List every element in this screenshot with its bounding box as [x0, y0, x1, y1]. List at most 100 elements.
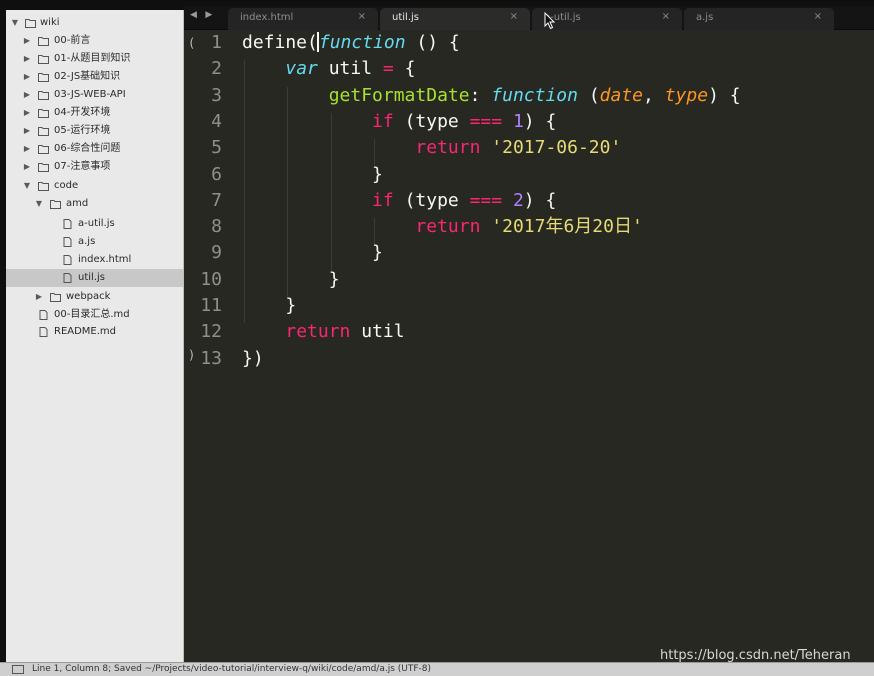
disclosure-open-icon[interactable]: ▼ — [34, 195, 44, 213]
code-token: } — [242, 242, 383, 264]
code-line: var util = { — [242, 56, 415, 82]
code-token: } — [242, 268, 340, 290]
code-token: === — [469, 110, 503, 132]
disclosure-closed-icon[interactable]: ▶ — [22, 86, 32, 104]
tree-folder-wiki[interactable]: ▼ wiki — [6, 14, 183, 32]
tree-folder-label: webpack — [66, 291, 111, 302]
disclosure-closed-icon[interactable]: ▶ — [22, 50, 32, 68]
disclosure-closed-icon[interactable]: ▶ — [22, 158, 32, 176]
code-token: return — [415, 216, 481, 238]
line-number: 11 — [200, 295, 222, 316]
line-number: 9 — [211, 242, 222, 264]
console-icon[interactable] — [12, 665, 24, 674]
disclosure-closed-icon[interactable]: ▶ — [22, 140, 32, 158]
tab-a-js[interactable]: a.js × — [684, 8, 834, 30]
code-token: (type — [393, 110, 470, 132]
tree-folder-label: 01-从题目到知识 — [54, 53, 131, 64]
code-token: if — [372, 189, 394, 211]
code-token: 2 — [512, 189, 524, 211]
code-token: type — [664, 84, 709, 106]
tree-folder-07[interactable]: ▶ 07-注意事项 — [6, 158, 183, 176]
tree-file-label: 00-目录汇总.md — [54, 309, 130, 320]
close-icon[interactable]: × — [814, 11, 822, 22]
tree-file-readme-md[interactable]: README.md — [6, 323, 183, 341]
close-icon[interactable]: × — [662, 11, 670, 22]
code-token: (type — [393, 189, 470, 211]
line-number: 4 — [211, 110, 222, 132]
folder-icon — [50, 293, 61, 302]
tab-label: util.js — [392, 12, 419, 23]
folder-icon — [38, 127, 49, 136]
tree-folder-label: 05-运行环境 — [54, 125, 111, 136]
fold-marker-icon[interactable]: ) — [188, 348, 195, 362]
tree-folder-label: 03-JS-WEB-API — [54, 89, 126, 100]
code-line: if (type === 2) { — [242, 188, 556, 214]
code-token: ) { — [708, 84, 741, 106]
code-line: } — [242, 293, 296, 319]
tree-folder-05[interactable]: ▶ 05-运行环境 — [6, 122, 183, 140]
tree-folder-code[interactable]: ▼ code — [6, 177, 183, 195]
code-token: { — [393, 58, 416, 80]
tree-file-label: a-util.js — [78, 218, 115, 229]
close-icon[interactable]: × — [358, 11, 366, 22]
tree-folder-03[interactable]: ▶ 03-JS-WEB-API — [6, 86, 183, 104]
code-token: , — [643, 84, 665, 106]
tree-folder-02[interactable]: ▶ 02-JS基础知识 — [6, 68, 183, 86]
disclosure-open-icon[interactable]: ▼ — [22, 177, 32, 195]
disclosure-closed-icon[interactable]: ▶ — [22, 104, 32, 122]
tree-file-a-js[interactable]: a.js — [6, 233, 183, 251]
tree-file-label: README.md — [54, 326, 117, 337]
disclosure-closed-icon[interactable]: ▶ — [34, 288, 44, 306]
file-icon — [63, 237, 72, 247]
fold-marker-icon[interactable]: ( — [188, 36, 195, 50]
folder-open-icon — [50, 200, 61, 209]
tree-folder-01[interactable]: ▶ 01-从题目到知识 — [6, 50, 183, 68]
folder-icon — [38, 55, 49, 64]
tree-folder-06[interactable]: ▶ 06-综合性问题 — [6, 140, 183, 158]
tab-nav-arrows-icon[interactable]: ◀ ▶ — [190, 9, 215, 20]
code-line: return util — [242, 319, 405, 345]
code-token: : — [469, 84, 492, 106]
code-token: util — [350, 321, 405, 343]
file-icon — [39, 310, 48, 320]
status-bar: Line 1, Column 8; Saved ~/Projects/video… — [0, 662, 874, 676]
tree-file-index-html[interactable]: index.html — [6, 251, 183, 269]
mouse-pointer-icon — [544, 12, 556, 30]
code-line: } — [242, 240, 383, 266]
code-line: } — [242, 267, 340, 293]
tree-folder-04[interactable]: ▶ 04-开发环境 — [6, 104, 183, 122]
tree-folder-00[interactable]: ▶ 00-前言 — [6, 32, 183, 50]
folder-icon — [38, 145, 49, 154]
tab-label: a.js — [696, 12, 714, 23]
tree-file-util-js[interactable]: util.js — [6, 269, 183, 287]
tab-util-js[interactable]: util.js × — [380, 8, 530, 30]
disclosure-closed-icon[interactable]: ▶ — [22, 68, 32, 86]
folder-icon — [38, 109, 49, 118]
disclosure-closed-icon[interactable]: ▶ — [22, 122, 32, 140]
tab-index-html[interactable]: index.html × — [228, 8, 378, 30]
line-number: 10 — [200, 268, 222, 290]
line-number: 2 — [211, 58, 222, 80]
tree-file-00-md[interactable]: 00-目录汇总.md — [6, 306, 183, 324]
code-token: function — [491, 84, 578, 106]
code-token: === — [469, 189, 503, 211]
disclosure-open-icon[interactable]: ▼ — [10, 14, 20, 32]
tree-file-a-util-js[interactable]: a-util.js — [6, 215, 183, 233]
disclosure-closed-icon[interactable]: ▶ — [22, 32, 32, 50]
folder-icon — [38, 163, 49, 172]
tree-folder-amd[interactable]: ▼ amd — [6, 195, 183, 213]
code-line: define(function () { — [242, 30, 460, 56]
code-token: getFormatDate — [328, 84, 470, 106]
close-icon[interactable]: × — [510, 11, 518, 22]
tree-folder-label: 02-JS基础知识 — [54, 71, 121, 82]
code-line: } — [242, 162, 383, 188]
tab-bar: ◀ ▶ index.html × util.js × a-util.js × a… — [184, 6, 874, 30]
code-editor[interactable]: 1 2 3 4 5 6 7 8 9 10 11 12 13 define(function () { v… — [184, 30, 874, 662]
tree-folder-webpack[interactable]: ▶ webpack — [6, 288, 183, 306]
